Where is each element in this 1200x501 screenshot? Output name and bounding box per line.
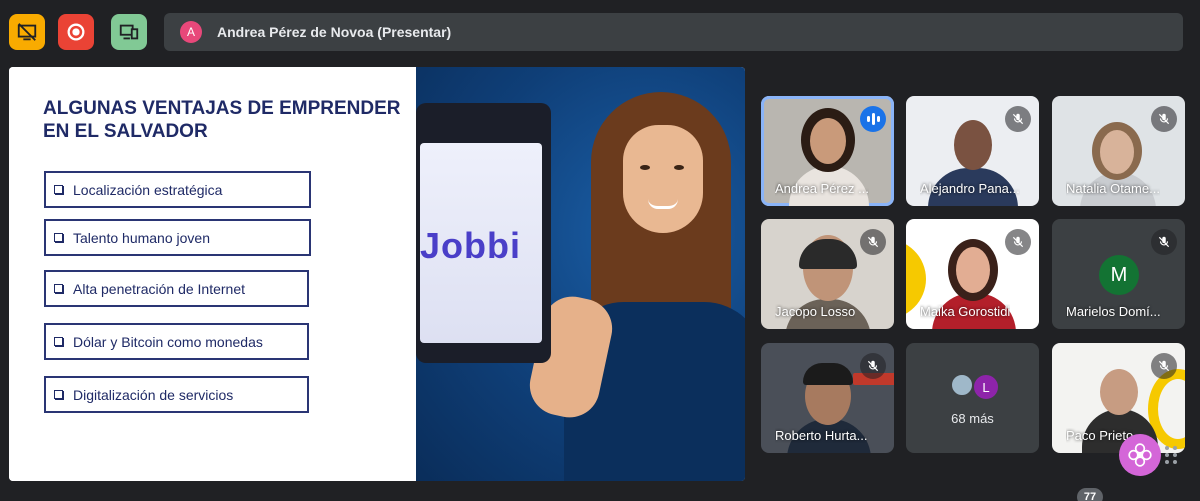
slide-item-label: Talento humano joven <box>73 229 210 246</box>
photo-face <box>623 125 703 233</box>
presenter-bar[interactable]: A Andrea Pérez de Novoa (Presentar) <box>164 13 1183 51</box>
presenter-label: Andrea Pérez de Novoa (Presentar) <box>217 24 452 40</box>
checkbox-icon <box>54 390 63 399</box>
slide-item: Dólar y Bitcoin como monedas <box>44 323 309 360</box>
checkbox-icon <box>54 233 63 242</box>
speaking-indicator-icon <box>860 106 886 132</box>
presenter-avatar: A <box>180 21 202 43</box>
participant-name: Natalia Otame... <box>1066 181 1160 196</box>
mic-off-icon <box>1005 229 1031 255</box>
mic-off-icon <box>1005 106 1031 132</box>
slide-item: Alta penetración de Internet <box>44 270 309 307</box>
record-button[interactable] <box>58 14 94 50</box>
more-participants-tile[interactable]: L 68 más <box>906 343 1039 453</box>
participant-video <box>799 239 857 269</box>
participant-avatar <box>950 373 974 397</box>
slide-item-label: Dólar y Bitcoin como monedas <box>73 333 263 350</box>
participant-avatar: L <box>972 373 1000 401</box>
participant-name: Marielos Domí... <box>1066 304 1161 319</box>
participant-avatar: M <box>1099 255 1139 295</box>
mic-off-icon <box>1151 229 1177 255</box>
participant-video <box>1100 369 1138 415</box>
participant-name: Jacopo Losso <box>775 304 856 319</box>
slide-item: Talento humano joven <box>44 219 311 256</box>
participant-tile[interactable]: M Marielos Domí... <box>1052 219 1185 329</box>
slide-item: Localización estratégica <box>44 171 311 208</box>
participant-tile[interactable]: Alejandro Pana... <box>906 96 1039 206</box>
participant-video <box>1100 130 1134 174</box>
drag-handle-icon[interactable] <box>1165 446 1177 464</box>
record-icon <box>67 23 85 41</box>
checkbox-icon <box>54 284 63 293</box>
participant-tile[interactable]: Roberto Hurta... <box>761 343 894 453</box>
participant-tile[interactable]: Maika Gorostidi <box>906 219 1039 329</box>
flower-icon <box>1128 443 1152 467</box>
photo-eye <box>640 165 650 170</box>
present-devices-icon <box>119 24 139 40</box>
slide-photo: Jobbi <box>416 67 745 481</box>
meet-window: A Andrea Pérez de Novoa (Presentar) ALGU… <box>0 0 1200 501</box>
participant-video <box>956 247 990 293</box>
mic-off-icon <box>860 353 886 379</box>
checkbox-icon <box>54 337 63 346</box>
photo-eye <box>674 165 684 170</box>
participant-tile[interactable]: Jacopo Losso <box>761 219 894 329</box>
effects-button[interactable] <box>1119 434 1161 476</box>
slide-text-panel: ALGUNAS VENTAJAS DE EMPRENDER EN EL SALV… <box>9 67 416 481</box>
more-participants-label: 68 más <box>951 411 994 426</box>
participant-video <box>954 120 992 170</box>
participant-name: Andrea Pérez ... <box>775 181 869 196</box>
mic-off-icon <box>860 229 886 255</box>
participant-name: Alejandro Pana... <box>920 181 1020 196</box>
participant-tile[interactable]: Andrea Pérez ... <box>761 96 894 206</box>
slide-item-label: Digitalización de servicios <box>73 386 234 403</box>
participant-count-badge[interactable]: 77 <box>1077 488 1103 501</box>
more-participants-avatars: L <box>950 373 1000 401</box>
presentation-slide: ALGUNAS VENTAJAS DE EMPRENDER EN EL SALV… <box>9 67 745 481</box>
mic-off-icon <box>1151 353 1177 379</box>
participant-name: Roberto Hurta... <box>775 428 868 443</box>
participant-video <box>803 363 853 385</box>
phone-brand-logo: Jobbi <box>420 225 521 266</box>
screen-share-off-icon <box>17 23 37 41</box>
participant-name: Maika Gorostidi <box>920 304 1011 319</box>
slide-title: ALGUNAS VENTAJAS DE EMPRENDER EN EL SALV… <box>43 98 401 142</box>
mic-off-icon <box>1151 106 1177 132</box>
slide-item-label: Localización estratégica <box>73 181 223 198</box>
participant-tile[interactable]: Paco Prieto <box>1052 343 1185 453</box>
participant-video <box>810 118 846 164</box>
participant-tile[interactable]: Natalia Otame... <box>1052 96 1185 206</box>
screen-share-off-button[interactable] <box>9 14 45 50</box>
checkbox-icon <box>54 185 63 194</box>
slide-item-label: Alta penetración de Internet <box>73 280 246 297</box>
present-button[interactable] <box>111 14 147 50</box>
slide-item: Digitalización de servicios <box>44 376 309 413</box>
